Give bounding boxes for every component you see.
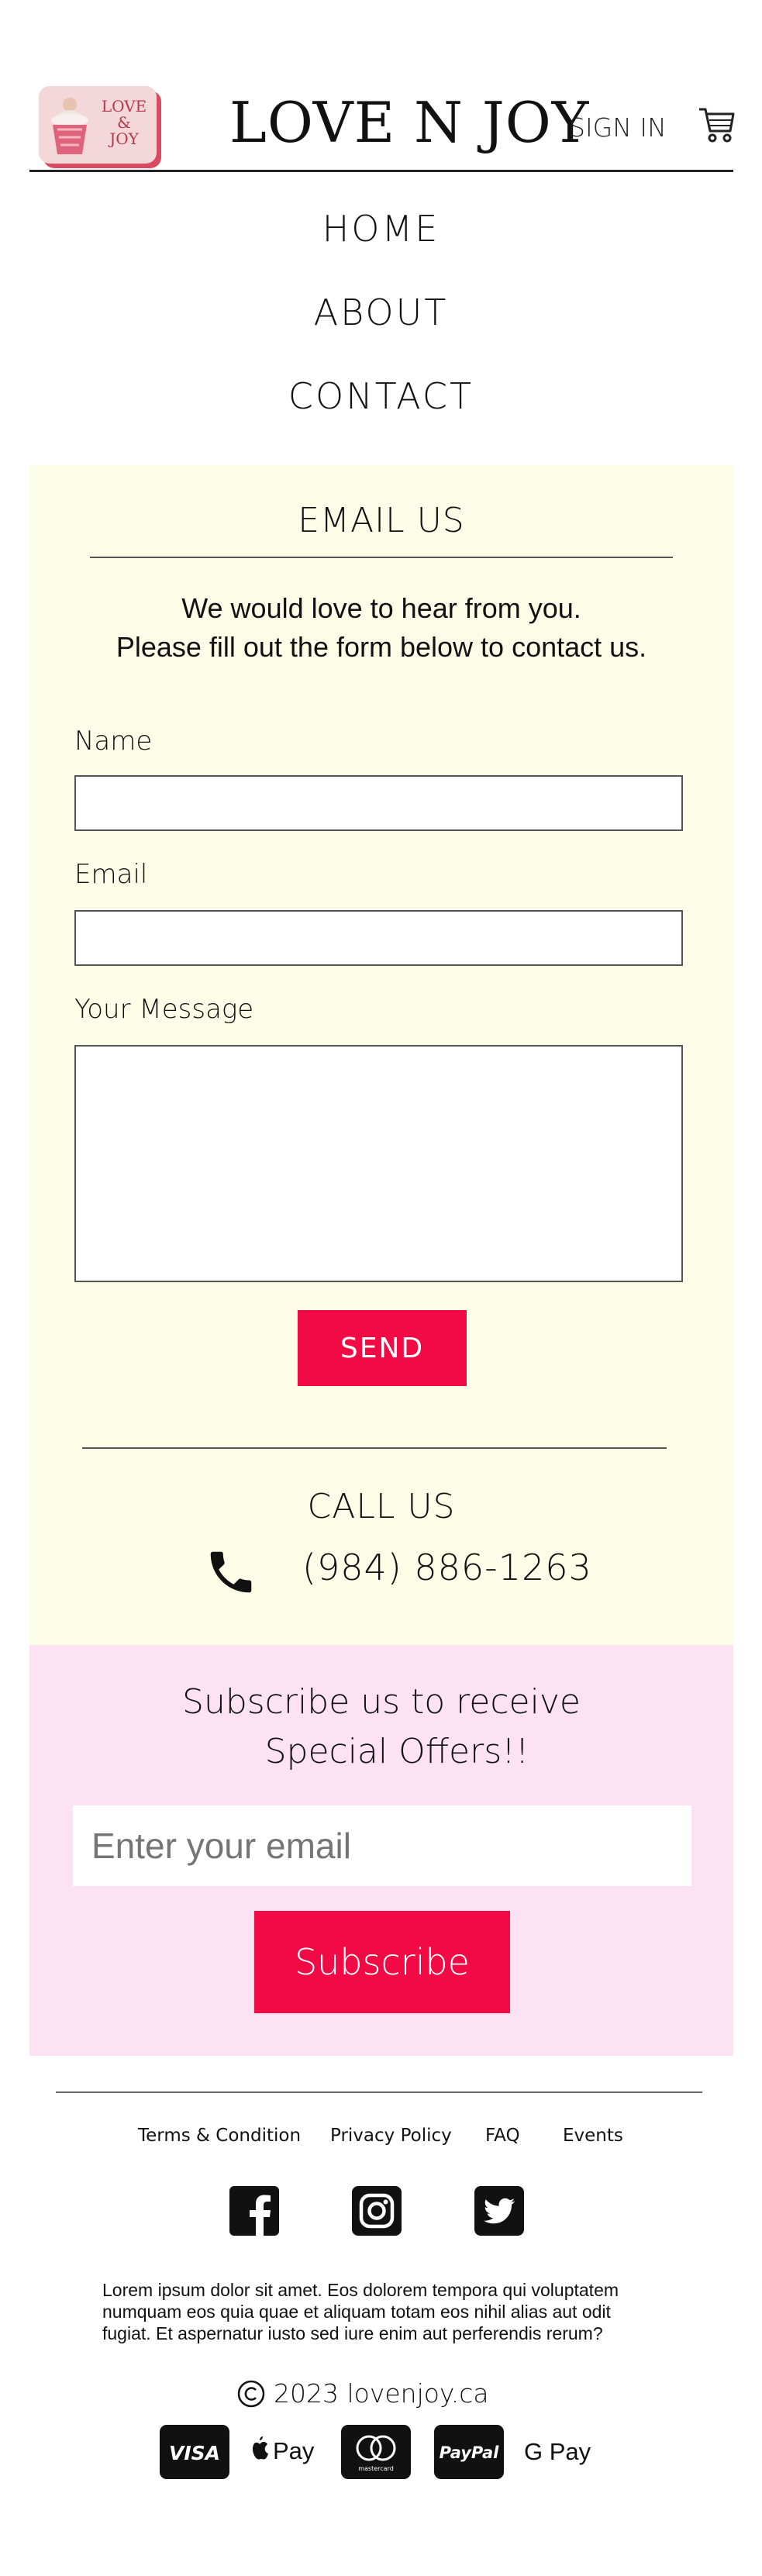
subscribe-title: Subscribe us to receive Special Offers!!	[29, 1678, 733, 1777]
footer-description: Lorem ipsum dolor sit amet. Eos dolorem …	[102, 2280, 619, 2343]
nav-about[interactable]: ABOUT	[0, 291, 762, 333]
copyright-icon	[237, 2380, 265, 2407]
subscribe-title-line-2: Special Offers!!	[264, 1732, 529, 1771]
email-field[interactable]	[74, 910, 683, 966]
subscribe-title-line-1: Subscribe us to receive	[182, 1682, 581, 1722]
logo-text-amp: &	[117, 113, 131, 132]
footer-link-terms[interactable]: Terms & Condition	[138, 2126, 301, 2146]
mastercard-icon: mastercard	[341, 2425, 411, 2479]
footer-divider	[56, 2091, 702, 2093]
call-divider	[82, 1447, 667, 1449]
visa-text: VISA	[169, 2442, 220, 2464]
message-label: Your Message	[74, 994, 254, 1025]
copyright: 2023 lovenjoy.ca	[236, 2378, 489, 2409]
nav-home[interactable]: HOME	[0, 208, 762, 250]
email-intro: We would love to hear from you. Please f…	[29, 589, 733, 667]
intro-line-1: We would love to hear from you.	[181, 592, 581, 624]
google-pay-text: G Pay	[524, 2438, 591, 2465]
subscribe-button[interactable]: Subscribe	[254, 1911, 510, 2013]
footer-link-privacy[interactable]: Privacy Policy	[330, 2126, 452, 2146]
site-header: LOVE & JOY LOVE N JOY SIGN IN	[29, 74, 735, 172]
brand-title: LOVE N JOY	[229, 90, 590, 155]
name-field[interactable]	[74, 775, 683, 831]
paypal-text: PayPal	[440, 2443, 499, 2462]
cart-icon[interactable]	[698, 105, 735, 143]
twitter-icon[interactable]	[474, 2186, 524, 2236]
apple-pay-icon: Pay	[252, 2436, 315, 2464]
brand-logo[interactable]: LOVE & JOY	[39, 86, 157, 164]
paypal-icon: PayPal	[434, 2425, 504, 2479]
call-us-title: CALL US	[307, 1487, 456, 1526]
email-us-section: EMAIL US We would love to hear from you.…	[29, 465, 733, 1645]
message-field[interactable]	[74, 1045, 683, 1282]
sign-in-link[interactable]: SIGN IN	[569, 112, 667, 143]
instagram-icon[interactable]	[352, 2186, 402, 2236]
subscribe-section: Subscribe us to receive Special Offers!!…	[29, 1645, 733, 2056]
footer-link-events[interactable]: Events	[563, 2126, 623, 2146]
phone-number[interactable]: (984) 886-1263	[302, 1547, 592, 1588]
mastercard-text: mastercard	[358, 2465, 394, 2472]
logo-text-love: LOVE	[101, 97, 147, 116]
subscribe-email-input[interactable]	[73, 1805, 691, 1886]
send-button[interactable]: SEND	[298, 1310, 467, 1386]
email-us-title: EMAIL US	[298, 501, 465, 540]
footer-link-faq[interactable]: FAQ	[485, 2126, 520, 2146]
facebook-icon[interactable]	[229, 2186, 279, 2236]
google-pay-icon: G Pay	[524, 2438, 591, 2465]
logo-text-joy: JOY	[109, 129, 139, 148]
intro-line-2: Please fill out the form below to contac…	[116, 631, 647, 663]
copyright-text: 2023 lovenjoy.ca	[274, 2378, 489, 2409]
email-title-divider	[90, 557, 673, 558]
email-label: Email	[74, 859, 148, 890]
phone-icon	[210, 1551, 252, 1593]
nav-contact[interactable]: CONTACT	[0, 375, 762, 417]
name-label: Name	[74, 726, 153, 757]
visa-icon: VISA	[160, 2425, 229, 2479]
cupcake-icon	[51, 98, 88, 154]
apple-pay-text: Pay	[273, 2437, 315, 2464]
